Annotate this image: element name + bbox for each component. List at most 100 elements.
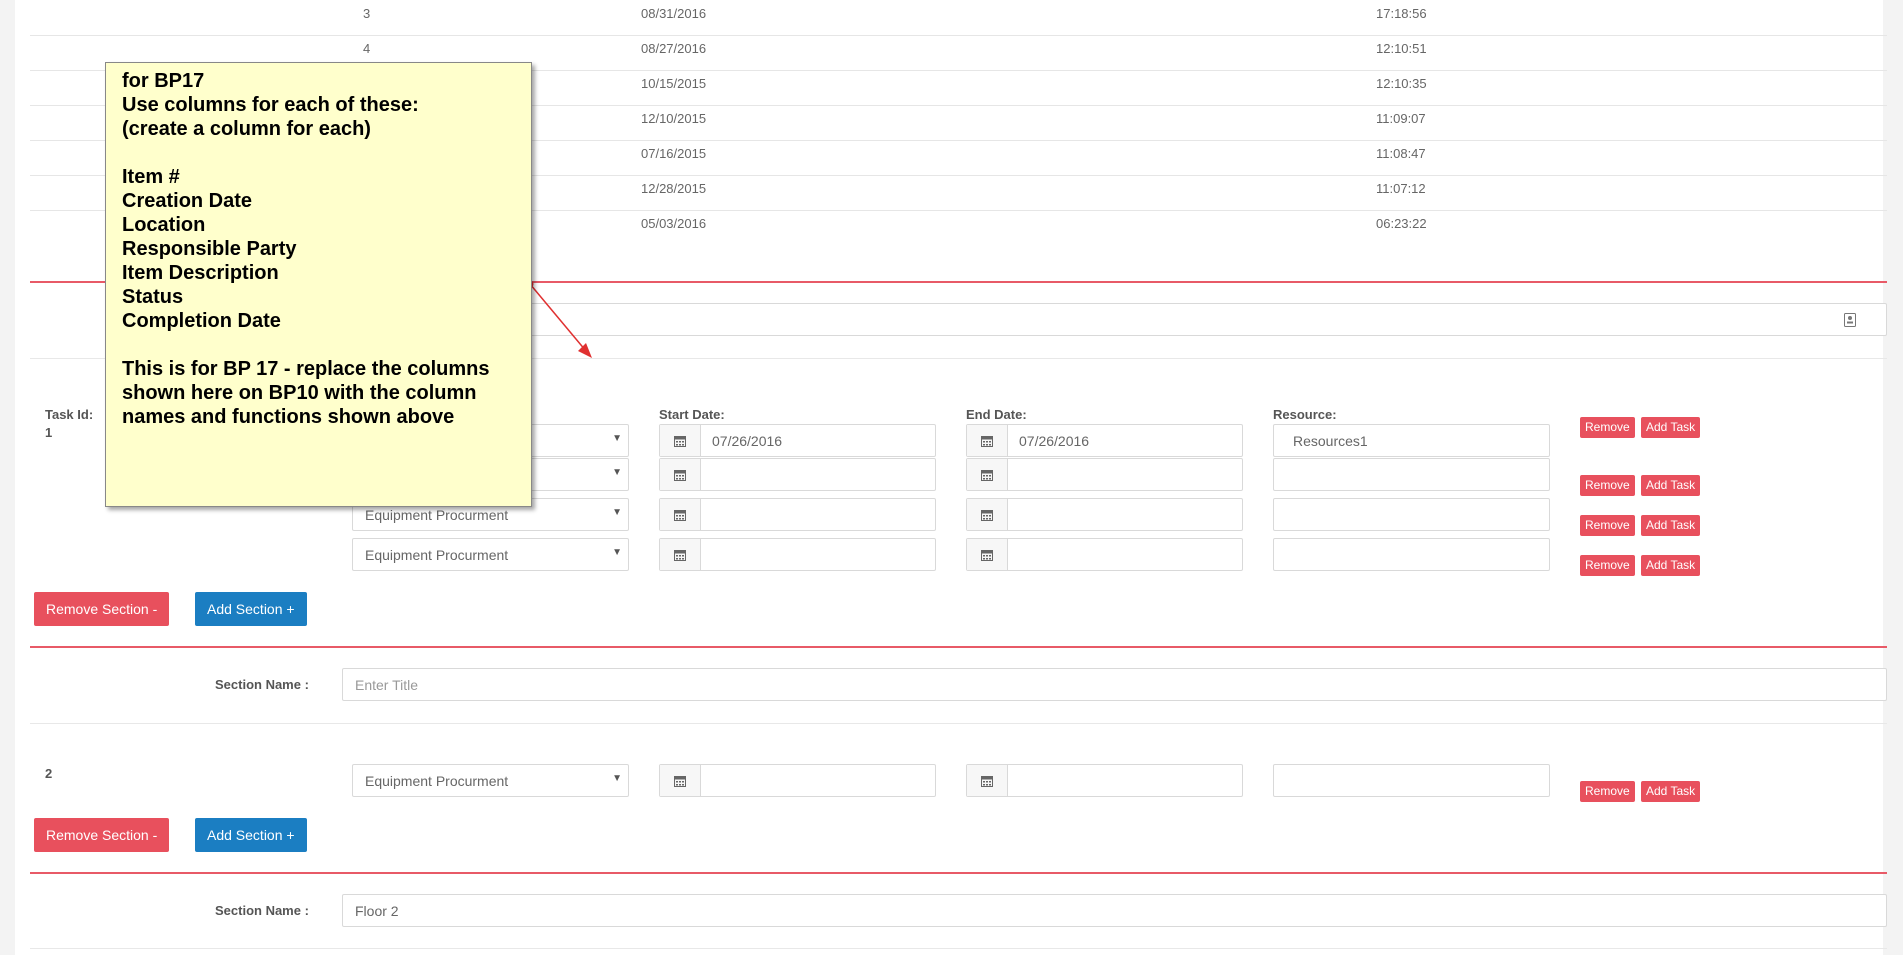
note-line: Completion Date bbox=[122, 310, 281, 332]
start-date-input[interactable] bbox=[659, 538, 936, 571]
resource-input[interactable]: Resources1 bbox=[1273, 424, 1550, 457]
end-date-input[interactable] bbox=[966, 458, 1243, 491]
calendar-icon[interactable] bbox=[967, 459, 1008, 490]
item-date: 12/28/2015 bbox=[641, 181, 707, 196]
note-line: (create a column for each) bbox=[122, 118, 371, 140]
note-line: Status bbox=[122, 286, 184, 308]
calendar-icon[interactable] bbox=[967, 425, 1008, 456]
table-row: 3 08/31/2016 17:18:56 bbox=[30, 0, 1887, 36]
note-line: shown here on BP10 with the column bbox=[122, 382, 477, 404]
calendar-icon[interactable] bbox=[660, 459, 701, 490]
caret-down-icon: ▼ bbox=[612, 773, 622, 784]
task-type-select[interactable]: Equipment Procurment ▼ bbox=[352, 764, 629, 797]
calendar-icon[interactable] bbox=[967, 765, 1008, 796]
item-date: 08/27/2016 bbox=[641, 41, 707, 56]
item-time: 11:09:07 bbox=[1376, 111, 1426, 126]
start-date-input[interactable] bbox=[659, 764, 936, 797]
item-time: 17:18:56 bbox=[1376, 6, 1427, 21]
item-time: 12:10:51 bbox=[1376, 41, 1427, 56]
item-date: 12/10/2015 bbox=[641, 111, 707, 126]
add-task-button[interactable]: Add Task bbox=[1641, 555, 1701, 576]
section-name-label: Section Name : bbox=[215, 677, 309, 692]
resource-value: Resources1 bbox=[1293, 433, 1368, 449]
add-task-button[interactable]: Add Task bbox=[1641, 781, 1701, 802]
item-time: 11:08:47 bbox=[1376, 146, 1426, 161]
calendar-icon[interactable] bbox=[660, 425, 701, 456]
resource-input[interactable] bbox=[1273, 538, 1550, 571]
task-type-value: Equipment Procurment bbox=[365, 507, 509, 523]
remove-section-button[interactable]: Remove Section - bbox=[34, 592, 170, 626]
add-section-button[interactable]: Add Section + bbox=[195, 592, 307, 626]
resource-input[interactable] bbox=[1273, 764, 1550, 797]
item-date: 08/31/2016 bbox=[641, 6, 707, 21]
end-date-label: End Date: bbox=[966, 407, 1027, 422]
caret-down-icon: ▼ bbox=[612, 547, 622, 558]
task-type-select[interactable]: Equipment Procurment ▼ bbox=[352, 538, 629, 571]
section-name-input[interactable]: Enter Title bbox=[342, 668, 1887, 701]
remove-section-button[interactable]: Remove Section - bbox=[34, 818, 170, 852]
section-name-input[interactable]: Floor 2 bbox=[342, 894, 1887, 927]
divider bbox=[30, 723, 1887, 724]
resource-input[interactable] bbox=[1273, 498, 1550, 531]
section-name-label: Section Name : bbox=[215, 903, 309, 918]
add-section-button[interactable]: Add Section + bbox=[195, 818, 307, 852]
remove-task-button[interactable]: Remove bbox=[1580, 417, 1635, 438]
note-line: Item Description bbox=[122, 262, 279, 284]
contact-card-icon bbox=[1844, 313, 1856, 330]
divider bbox=[30, 948, 1887, 949]
note-line: Creation Date bbox=[122, 190, 253, 212]
remove-task-button[interactable]: Remove bbox=[1580, 515, 1635, 536]
start-date-value: 07/26/2016 bbox=[712, 433, 783, 449]
start-date-input[interactable] bbox=[659, 498, 936, 531]
start-date-input[interactable] bbox=[659, 458, 936, 491]
item-date: 07/16/2015 bbox=[641, 146, 707, 161]
note-line: This is for BP 17 - replace the columns bbox=[122, 358, 490, 380]
end-date-input[interactable] bbox=[966, 764, 1243, 797]
end-date-input[interactable] bbox=[966, 538, 1243, 571]
end-date-input[interactable]: 07/26/2016 bbox=[966, 424, 1243, 457]
caret-down-icon: ▼ bbox=[612, 467, 622, 478]
note-line bbox=[122, 141, 515, 165]
task-id-label: Task Id: bbox=[45, 407, 94, 422]
annotation-arrow bbox=[526, 280, 592, 358]
note-line: Responsible Party bbox=[122, 238, 297, 260]
task-type-value: Equipment Procurment bbox=[365, 547, 509, 563]
add-task-button[interactable]: Add Task bbox=[1641, 417, 1701, 438]
caret-down-icon: ▼ bbox=[612, 507, 622, 518]
item-time: 12:10:35 bbox=[1376, 76, 1427, 91]
remove-task-button[interactable]: Remove bbox=[1580, 555, 1635, 576]
item-time: 06:23:22 bbox=[1376, 216, 1427, 231]
note-line bbox=[122, 333, 515, 357]
section-separator bbox=[30, 872, 1887, 874]
item-number: 3 bbox=[363, 6, 371, 21]
calendar-icon[interactable] bbox=[967, 499, 1008, 530]
item-number: 4 bbox=[363, 41, 371, 56]
add-task-button[interactable]: Add Task bbox=[1641, 475, 1701, 496]
note-line: names and functions shown above bbox=[122, 406, 455, 428]
remove-task-button[interactable]: Remove bbox=[1580, 475, 1635, 496]
task-id-value: 1 bbox=[45, 425, 53, 440]
item-date: 10/15/2015 bbox=[641, 76, 707, 91]
item-date: 05/03/2016 bbox=[641, 216, 707, 231]
note-line: for BP17 bbox=[122, 70, 205, 92]
add-task-button[interactable]: Add Task bbox=[1641, 515, 1701, 536]
calendar-icon[interactable] bbox=[660, 765, 701, 796]
end-date-value: 07/26/2016 bbox=[1019, 433, 1090, 449]
caret-down-icon: ▼ bbox=[612, 433, 622, 444]
note-line: Location bbox=[122, 214, 206, 236]
calendar-icon[interactable] bbox=[967, 539, 1008, 570]
section-separator bbox=[30, 646, 1887, 648]
start-date-input[interactable]: 07/26/2016 bbox=[659, 424, 936, 457]
start-date-label: Start Date: bbox=[659, 407, 725, 422]
section-name-placeholder: Enter Title bbox=[355, 677, 419, 693]
item-time: 11:07:12 bbox=[1376, 181, 1426, 196]
remove-task-button[interactable]: Remove bbox=[1580, 781, 1635, 802]
calendar-icon[interactable] bbox=[660, 499, 701, 530]
calendar-icon[interactable] bbox=[660, 539, 701, 570]
resource-input[interactable] bbox=[1273, 458, 1550, 491]
sticky-note: for BP17 Use columns for each of these: … bbox=[105, 62, 532, 507]
end-date-input[interactable] bbox=[966, 498, 1243, 531]
section-name-value: Floor 2 bbox=[355, 903, 399, 919]
task-id-value: 2 bbox=[45, 766, 53, 781]
note-line: Item # bbox=[122, 166, 180, 188]
